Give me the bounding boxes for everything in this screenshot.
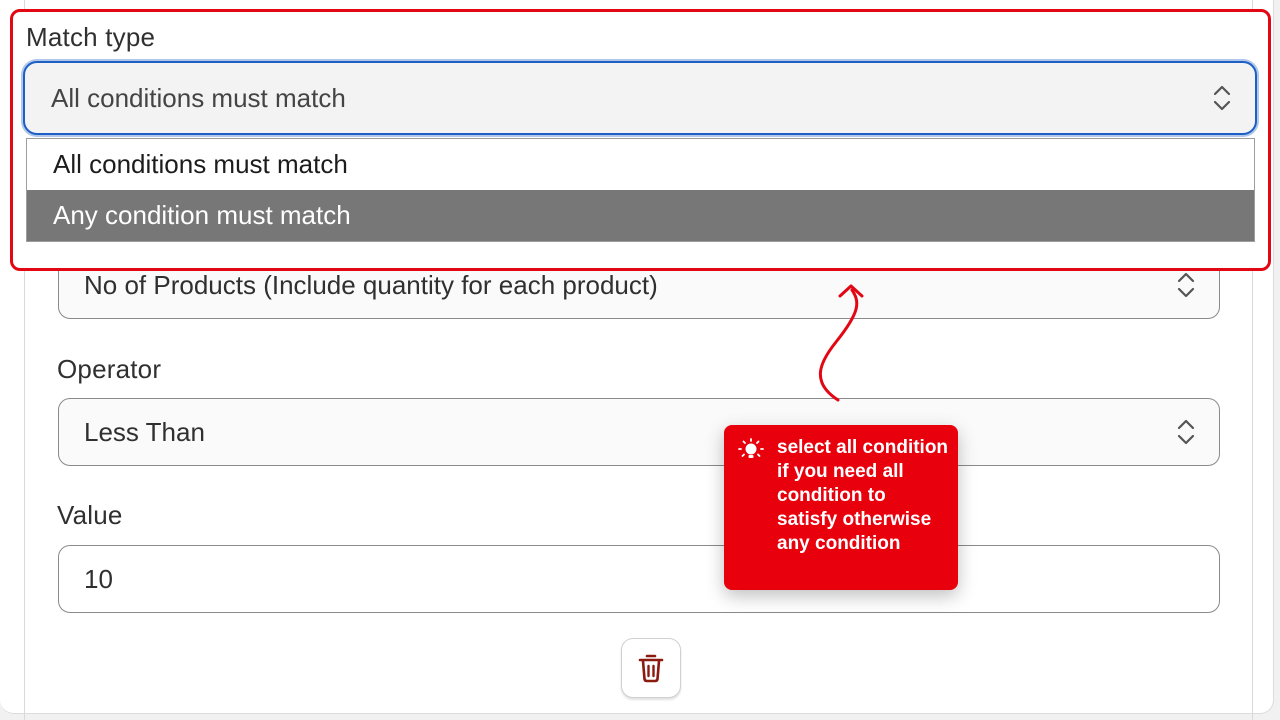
operator-value: Less Than <box>84 416 205 447</box>
page-background: No of Products (Include quantity for eac… <box>0 0 1280 720</box>
select-chevron-icon <box>1213 85 1231 111</box>
operator-label: Operator <box>57 354 162 384</box>
trash-icon <box>638 654 664 683</box>
select-chevron-icon <box>1177 419 1195 445</box>
condition-type-value: No of Products (Include quantity for eac… <box>84 269 658 300</box>
hint-tooltip: select all condition if you need all con… <box>724 425 958 590</box>
select-chevron-icon <box>1177 272 1195 298</box>
value-input-text: 10 <box>84 563 113 594</box>
value-input[interactable]: 10 <box>58 545 1220 613</box>
match-type-dropdown: All conditions must match Any condition … <box>26 138 1255 242</box>
match-type-select[interactable]: All conditions must match <box>23 61 1257 135</box>
match-type-highlight: Match type All conditions must match All… <box>10 9 1271 271</box>
value-label: Value <box>57 500 123 530</box>
option-any-condition[interactable]: Any condition must match <box>27 190 1254 241</box>
annotation-arrow <box>819 284 864 402</box>
match-type-value: All conditions must match <box>51 82 346 113</box>
match-type-label: Match type <box>26 22 156 52</box>
operator-select[interactable]: Less Than <box>58 398 1220 466</box>
lightbulb-icon <box>738 438 764 458</box>
tooltip-text: select all condition if you need all con… <box>777 437 949 554</box>
option-all-conditions[interactable]: All conditions must match <box>27 139 1254 190</box>
delete-condition-button[interactable] <box>621 638 681 698</box>
